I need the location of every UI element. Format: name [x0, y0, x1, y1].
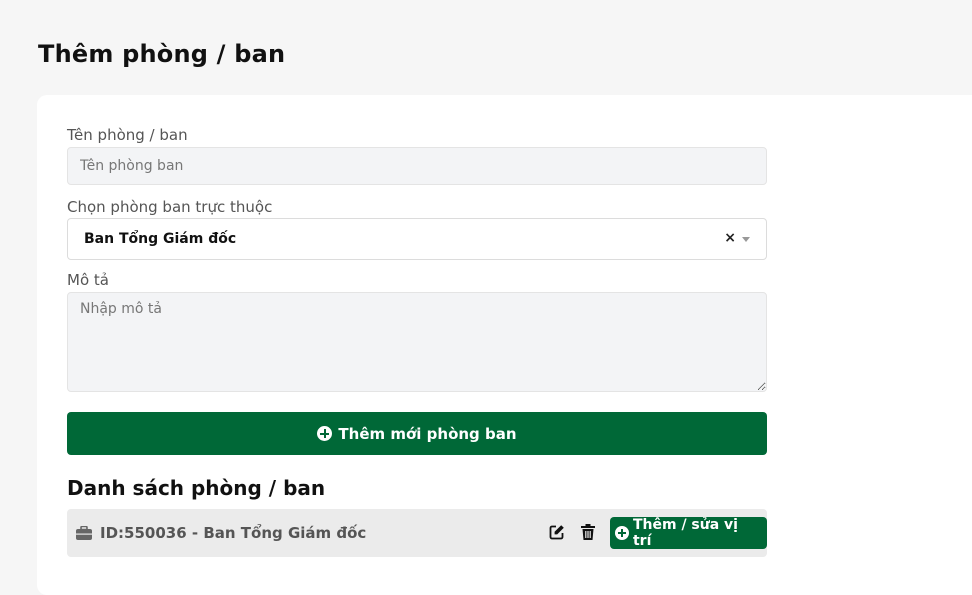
description-textarea[interactable]: [67, 292, 767, 392]
department-label: ID:550036 - Ban Tổng Giám đốc: [100, 524, 367, 542]
page-title: Thêm phòng / ban: [38, 40, 286, 68]
department-name-input[interactable]: [67, 147, 767, 185]
clear-selection-icon[interactable]: ×: [724, 230, 736, 246]
description-label: Mô tả: [67, 271, 109, 289]
edit-icon[interactable]: [549, 524, 565, 544]
add-department-button[interactable]: Thêm mới phòng ban: [67, 412, 767, 455]
add-edit-position-button-label: Thêm / sửa vị trí: [632, 517, 738, 549]
form-card: Tên phòng / ban Chọn phòng ban trực thuộ…: [37, 95, 972, 595]
trash-icon[interactable]: [581, 524, 595, 544]
parent-department-select[interactable]: Ban Tổng Giám đốc ×: [67, 218, 767, 260]
add-department-form: Tên phòng / ban Chọn phòng ban trực thuộ…: [67, 125, 767, 557]
department-name-label: Tên phòng / ban: [67, 126, 188, 144]
plus-circle-icon: [615, 526, 629, 540]
add-department-button-label: Thêm mới phòng ban: [338, 424, 517, 443]
add-edit-position-button[interactable]: Thêm / sửa vị trí: [610, 517, 767, 549]
parent-department-selected-value: Ban Tổng Giám đốc: [84, 231, 237, 247]
parent-department-label: Chọn phòng ban trực thuộc: [67, 198, 273, 216]
plus-circle-icon: [317, 426, 333, 441]
chevron-down-icon[interactable]: [742, 237, 750, 242]
briefcase-icon: [76, 525, 92, 544]
department-list-title: Danh sách phòng / ban: [67, 476, 326, 500]
list-item: ID:550036 - Ban Tổng Giám đốc Thêm / sửa…: [67, 509, 767, 557]
